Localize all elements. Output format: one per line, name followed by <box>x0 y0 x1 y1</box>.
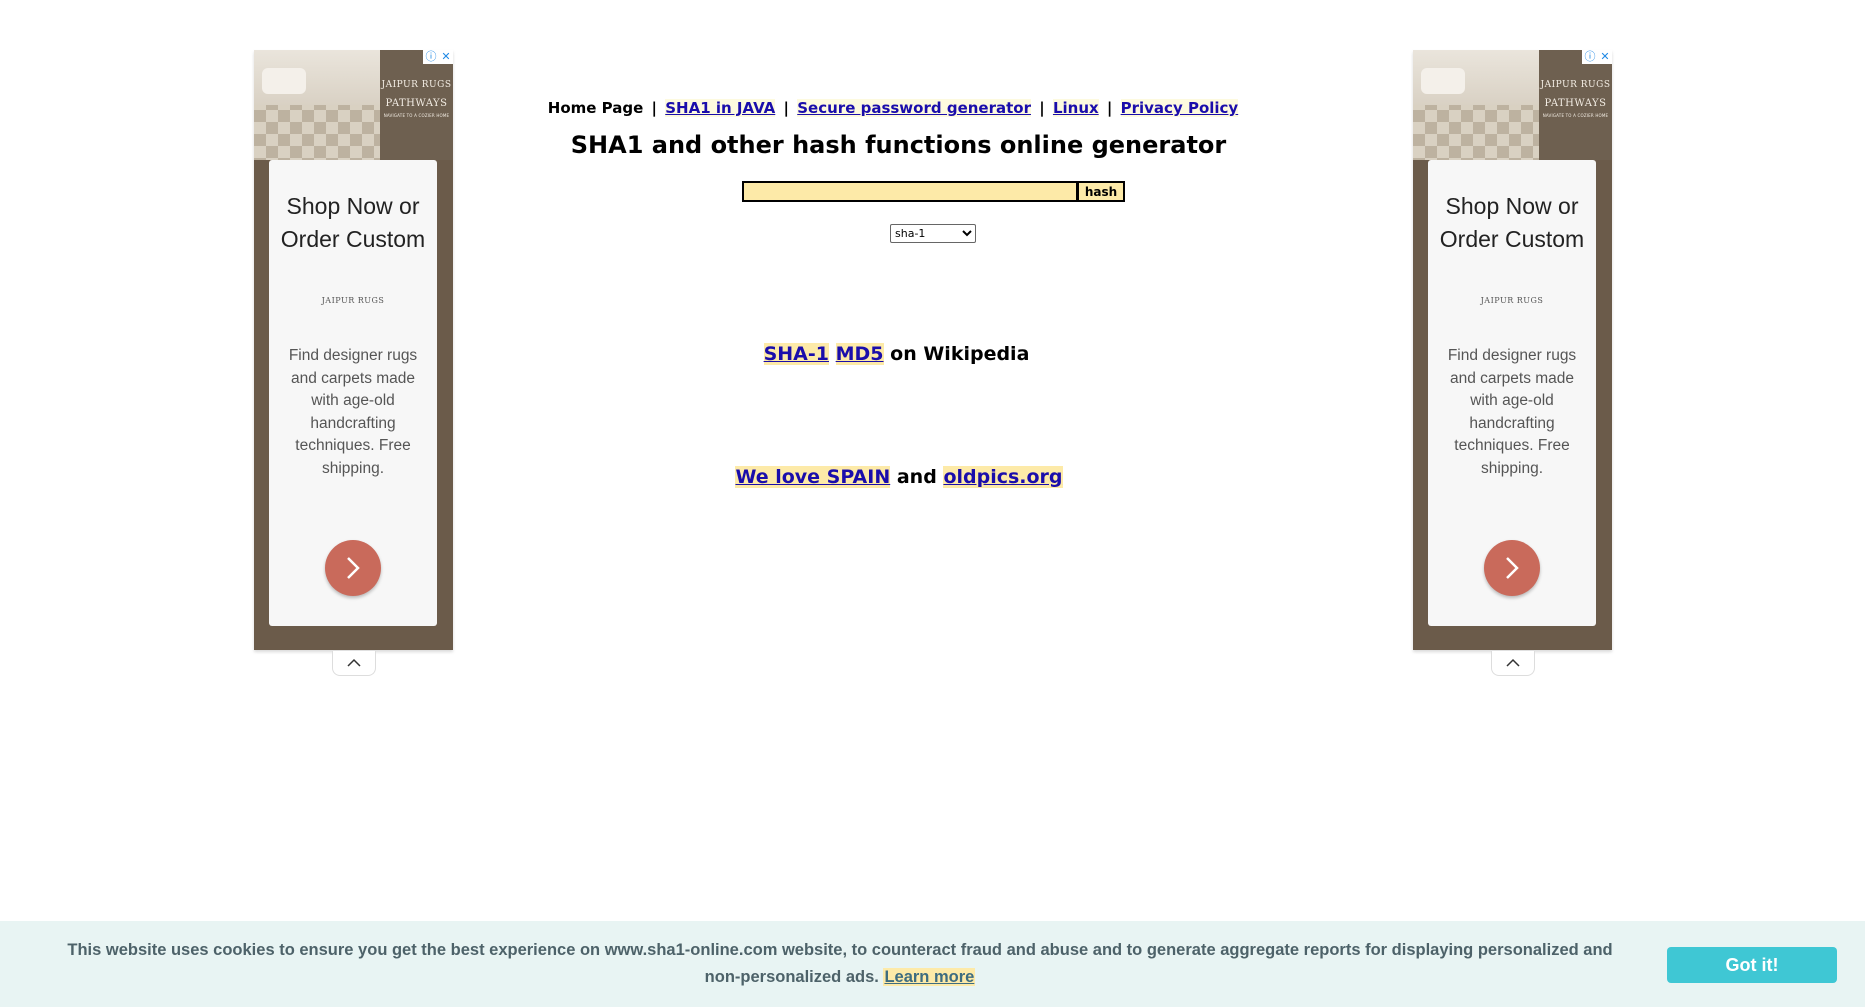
chevron-up-icon <box>347 658 361 667</box>
promo-link-oldpics[interactable]: oldpics.org <box>943 466 1063 488</box>
promo-link-spain[interactable]: We love SPAIN <box>735 466 891 488</box>
ad-collapse-button-left[interactable] <box>332 651 376 676</box>
ad-brand-small: JAIPUR RUGS <box>381 80 452 90</box>
nav-link-linux[interactable]: Linux <box>1052 99 1099 117</box>
wiki-link-md5[interactable]: MD5 <box>835 343 884 365</box>
cookie-learn-more-link[interactable]: Learn more <box>883 968 976 986</box>
page: JAIPUR RUGS PATHWAYS NAVIGATE TO A COZIE… <box>0 0 1865 1007</box>
ad-brand-small: JAIPUR RUGS <box>1540 80 1611 90</box>
hash-form: hash <box>742 181 1125 202</box>
page-title-text: SHA1 and other hash functions online gen… <box>570 131 1227 159</box>
wiki-suffix: on Wikipedia <box>890 343 1030 365</box>
wiki-link-sha1[interactable]: SHA-1 <box>763 343 829 365</box>
chevron-right-icon <box>1506 557 1519 579</box>
nav-separator: | <box>1039 99 1045 117</box>
algorithm-select[interactable]: sha-1 <box>890 224 976 243</box>
ad-choices[interactable]: ⓘ ✕ <box>423 50 453 64</box>
cookie-message-text: This website uses cookies to ensure you … <box>67 941 1613 986</box>
nav-link-password-generator[interactable]: Secure password generator <box>797 99 1031 117</box>
nav-link-sha1-java[interactable]: SHA1 in JAVA <box>665 99 776 117</box>
ad-headline[interactable]: Shop Now or Order Custom <box>1428 190 1596 256</box>
ad-logo: JAIPUR RUGS <box>1480 296 1544 305</box>
ad-description[interactable]: Find designer rugs and carpets made with… <box>1440 345 1584 480</box>
promo-links: We love SPAIN and oldpics.org <box>0 466 1865 488</box>
ad-collapse-button-right[interactable] <box>1491 651 1535 676</box>
promo-conjunction: and <box>896 466 937 488</box>
info-icon[interactable]: ⓘ <box>425 50 436 64</box>
ad-cta-button[interactable] <box>325 540 381 596</box>
nav-separator: | <box>1106 99 1113 117</box>
nav-home: Home Page <box>547 99 644 117</box>
ad-card[interactable]: Shop Now or Order Custom JAIPUR RUGS Fin… <box>1428 160 1596 626</box>
nav-separator: | <box>651 99 658 117</box>
ad-headline[interactable]: Shop Now or Order Custom <box>269 190 437 256</box>
ad-choices[interactable]: ⓘ ✕ <box>1582 50 1612 64</box>
wikipedia-links: SHA-1 MD5 on Wikipedia <box>0 343 1864 365</box>
hash-input[interactable] <box>742 181 1077 202</box>
hash-button[interactable]: hash <box>1077 181 1125 202</box>
close-icon[interactable]: ✕ <box>1600 50 1609 64</box>
cookie-accept-button[interactable]: Got it! <box>1667 947 1837 983</box>
top-nav: Home Page | SHA1 in JAVA | Secure passwo… <box>0 99 1865 117</box>
chevron-right-icon <box>347 557 360 579</box>
close-icon[interactable]: ✕ <box>441 50 450 64</box>
page-title: SHA1 and other hash functions online gen… <box>0 131 1865 159</box>
ad-logo: JAIPUR RUGS <box>321 296 385 305</box>
cookie-message: This website uses cookies to ensure you … <box>60 937 1620 991</box>
nav-separator: | <box>783 99 790 117</box>
cookie-consent-bar: This website uses cookies to ensure you … <box>0 921 1865 1007</box>
ad-card[interactable]: Shop Now or Order Custom JAIPUR RUGS Fin… <box>269 160 437 626</box>
nav-link-privacy-policy[interactable]: Privacy Policy <box>1120 99 1239 117</box>
ad-description[interactable]: Find designer rugs and carpets made with… <box>281 345 425 480</box>
ad-cta-button[interactable] <box>1484 540 1540 596</box>
chevron-up-icon <box>1506 658 1520 667</box>
info-icon[interactable]: ⓘ <box>1584 50 1595 64</box>
